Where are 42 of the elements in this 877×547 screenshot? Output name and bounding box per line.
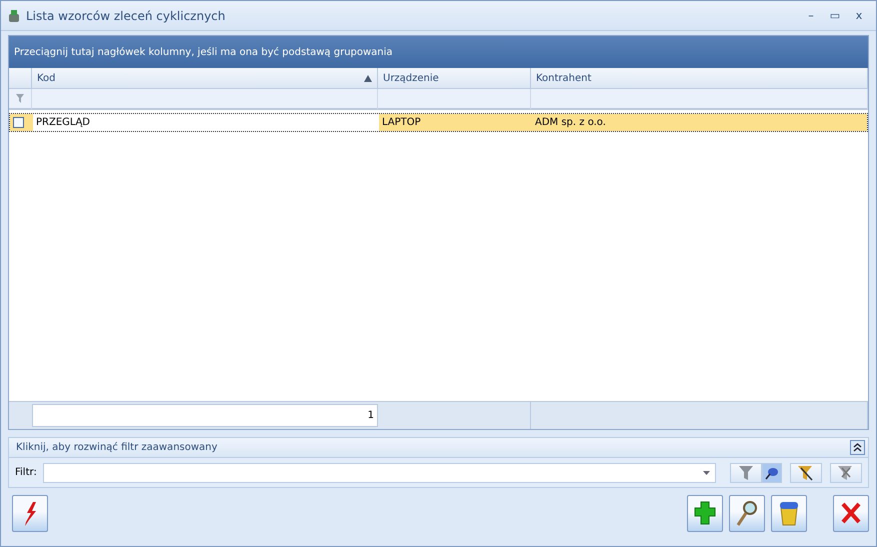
chevrons-icon bbox=[853, 443, 862, 452]
bin-icon bbox=[777, 500, 801, 527]
advanced-filter-link[interactable]: Kliknij, aby rozwinąć filtr zaawansowany bbox=[16, 442, 218, 453]
window-control-button[interactable]: – bbox=[800, 6, 822, 24]
table-cell: ADM sp. z o.o. bbox=[535, 117, 606, 128]
add-button[interactable] bbox=[687, 495, 723, 532]
filter-cell[interactable] bbox=[531, 89, 868, 110]
header-corner-cell bbox=[9, 68, 32, 89]
dropdown-arrow-icon bbox=[703, 470, 710, 474]
filter-cell[interactable] bbox=[32, 89, 378, 110]
table-cell: PRZEGLĄD bbox=[36, 117, 90, 128]
pin-icon bbox=[765, 466, 779, 480]
filter-edit-button[interactable] bbox=[790, 462, 822, 482]
group-panel-hint: Przeciągnij tutaj nagłówek kolumny, jeśli ma ona być podstawą grupowania bbox=[9, 36, 868, 68]
clear-filter-button[interactable] bbox=[830, 462, 862, 482]
app-icon bbox=[7, 8, 21, 22]
magnifier-icon bbox=[735, 500, 759, 527]
pin-button[interactable] bbox=[762, 462, 782, 482]
lightning-icon bbox=[24, 502, 36, 526]
summary-cell: 1 bbox=[32, 404, 378, 427]
table-cell: LAPTOP bbox=[382, 117, 421, 128]
plus-icon bbox=[693, 500, 717, 527]
filter-icon bbox=[16, 94, 24, 103]
column-header[interactable]: Urządzenie bbox=[378, 68, 531, 89]
column-header[interactable]: Kod bbox=[32, 68, 378, 89]
preview-button[interactable] bbox=[729, 495, 765, 532]
window-control-button[interactable]: x bbox=[848, 6, 870, 24]
filter-cell[interactable] bbox=[378, 89, 531, 110]
window-control-button[interactable]: ▭ bbox=[824, 6, 846, 24]
funnel-icon bbox=[739, 464, 753, 480]
window-title: Lista wzorców zleceń cyklicznych bbox=[26, 8, 226, 22]
action-button[interactable] bbox=[12, 495, 48, 532]
funnel-wand-icon bbox=[798, 464, 814, 480]
expand-button[interactable] bbox=[850, 440, 865, 455]
filter-field[interactable] bbox=[42, 462, 716, 482]
selected-row[interactable]: PRZEGLĄD LAPTOP ADM sp. z o.o. bbox=[9, 113, 868, 132]
delete-button[interactable] bbox=[771, 495, 807, 532]
close-button[interactable] bbox=[833, 495, 869, 532]
column-header[interactable]: Kontrahent bbox=[531, 68, 868, 89]
funnel-cross-icon bbox=[838, 464, 854, 480]
checkbox[interactable] bbox=[13, 117, 24, 128]
filter-label: Filtr: bbox=[15, 467, 37, 478]
